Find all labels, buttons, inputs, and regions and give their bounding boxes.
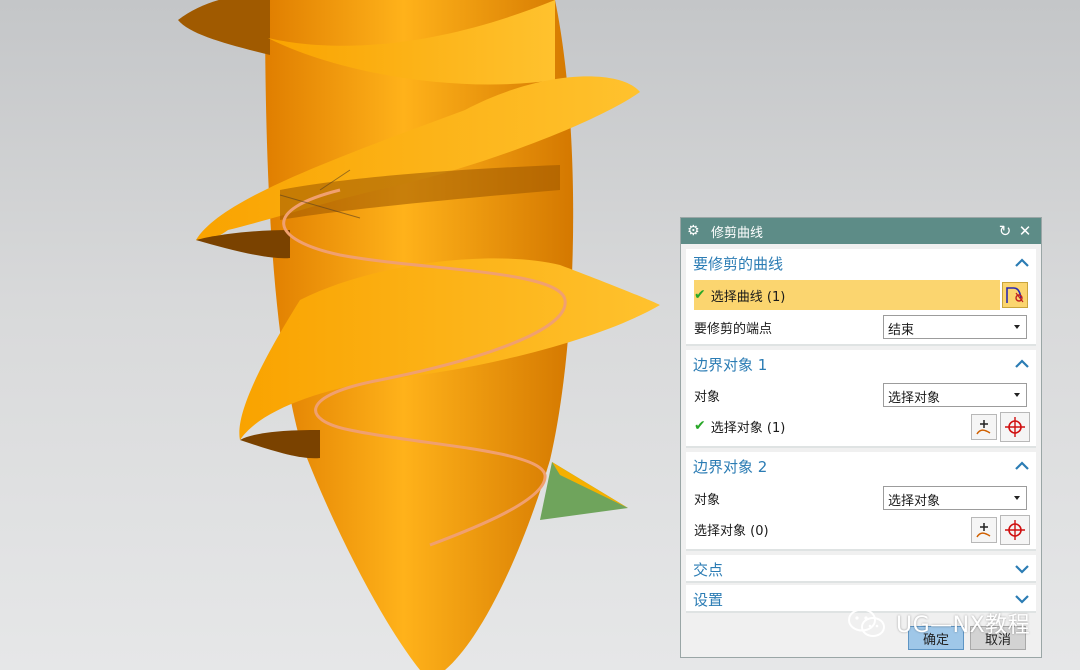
- trim-curve-dialog: ⚙ 修剪曲线 ↻ ✕ 要修剪的曲线 ✔ 选择曲线 (1) 要修剪的端点 结束 边…: [680, 217, 1042, 658]
- check-icon: ✔: [694, 418, 706, 434]
- object-type-select-2[interactable]: 选择对象: [883, 486, 1027, 510]
- point-dialog-icon[interactable]: [1000, 412, 1030, 442]
- group-curve-to-trim: 要修剪的曲线 ✔ 选择曲线 (1) 要修剪的端点 结束: [686, 249, 1036, 346]
- chevron-down-icon[interactable]: [1014, 591, 1030, 607]
- dropdown-arrow-icon: [1014, 393, 1020, 397]
- screw-model[interactable]: [178, 0, 660, 670]
- object-type-value: 选择对象: [888, 391, 941, 406]
- group-boundary-object-2: 边界对象 2 对象 选择对象 选择对象 (0): [686, 452, 1036, 551]
- point-dialog-icon[interactable]: [1000, 515, 1030, 545]
- group-header-boundary-2[interactable]: 边界对象 2: [686, 452, 1036, 480]
- group-header-curve-to-trim[interactable]: 要修剪的曲线: [686, 249, 1036, 277]
- select-object-row[interactable]: ✔ 选择对象 (1): [694, 413, 966, 439]
- gear-icon[interactable]: ⚙: [687, 223, 703, 239]
- reset-icon[interactable]: ↻: [995, 222, 1015, 240]
- group-title: 要修剪的曲线: [693, 254, 784, 273]
- watermark: UG—NX教程: [846, 606, 1030, 640]
- trim-end-value: 结束: [888, 323, 915, 338]
- watermark-text: UG—NX教程: [896, 613, 1031, 638]
- chevron-up-icon[interactable]: [1014, 458, 1030, 474]
- select-curve-label: 选择曲线 (1): [710, 289, 786, 305]
- select-curve-row[interactable]: ✔ 选择曲线 (1): [694, 280, 1000, 310]
- object-type-select[interactable]: 选择对象: [883, 383, 1027, 407]
- object-type-value: 选择对象: [888, 494, 941, 509]
- group-header-boundary-1[interactable]: 边界对象 1: [686, 350, 1036, 378]
- group-boundary-object-1: 边界对象 1 对象 选择对象 ✔ 选择对象 (1): [686, 350, 1036, 448]
- dropdown-arrow-icon: [1014, 496, 1020, 500]
- group-title: 交点: [693, 560, 724, 579]
- add-object-icon[interactable]: [971, 517, 997, 543]
- check-icon: ✔: [694, 287, 706, 303]
- group-title: 边界对象 1: [693, 355, 768, 374]
- dialog-titlebar[interactable]: ⚙ 修剪曲线 ↻ ✕: [681, 218, 1041, 244]
- chevron-up-icon[interactable]: [1014, 356, 1030, 372]
- select-object-label: 选择对象 (0): [694, 523, 769, 539]
- dropdown-arrow-icon: [1014, 325, 1020, 329]
- group-intersection: 交点: [686, 555, 1036, 583]
- trim-end-select[interactable]: 结束: [883, 315, 1027, 339]
- group-title: 边界对象 2: [693, 457, 768, 476]
- dialog-title: 修剪曲线: [711, 225, 764, 241]
- add-object-icon[interactable]: [971, 414, 997, 440]
- group-header-intersection[interactable]: 交点: [686, 555, 1036, 583]
- close-icon[interactable]: ✕: [1015, 222, 1035, 240]
- select-object-row-2[interactable]: 选择对象 (0): [694, 516, 966, 542]
- select-object-label: 选择对象 (1): [710, 420, 786, 436]
- wechat-icon: [848, 608, 885, 637]
- select-curve-icon[interactable]: [1002, 282, 1028, 308]
- chevron-down-icon[interactable]: [1014, 561, 1030, 577]
- chevron-up-icon[interactable]: [1014, 255, 1030, 271]
